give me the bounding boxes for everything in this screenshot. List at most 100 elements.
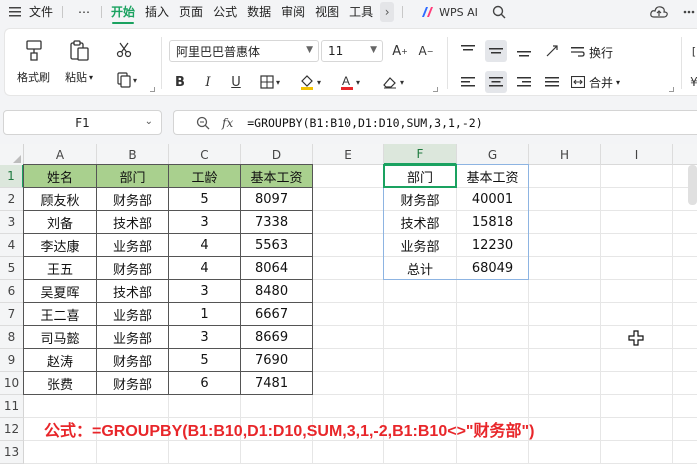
- menu-more[interactable]: ⋯: [73, 0, 95, 24]
- underline-icon[interactable]: U: [225, 71, 247, 93]
- align-right-icon[interactable]: [513, 71, 535, 93]
- column-header-i[interactable]: I: [601, 144, 673, 165]
- column-header-a[interactable]: A: [24, 144, 97, 165]
- result-cell[interactable]: 40001: [457, 188, 528, 211]
- tab-review[interactable]: 审阅: [276, 0, 310, 24]
- source-cell[interactable]: 7481: [241, 372, 312, 395]
- source-header-cell[interactable]: 姓名: [24, 165, 96, 188]
- more-icon[interactable]: [680, 3, 697, 21]
- tab-data[interactable]: 数据: [242, 0, 276, 24]
- bold-icon[interactable]: B: [169, 71, 191, 93]
- justify-icon[interactable]: [541, 71, 563, 93]
- source-cell[interactable]: 4: [169, 234, 240, 257]
- align-center-icon[interactable]: [485, 71, 507, 93]
- currency-icon[interactable]: ¥: [687, 71, 697, 93]
- source-cell[interactable]: 刘备: [24, 211, 96, 234]
- font-size-select[interactable]: 11 ▼: [321, 40, 383, 62]
- formula-input-area[interactable]: fx =GROUPBY(B1:B10,D1:D10,SUM,3,1,-2): [173, 110, 697, 135]
- source-cell[interactable]: 技术部: [97, 280, 168, 303]
- chevron-down-icon[interactable]: ▾: [89, 73, 93, 82]
- row-header-13[interactable]: 13: [0, 441, 24, 464]
- source-cell[interactable]: 8480: [241, 280, 312, 303]
- copy-icon[interactable]: ▾: [113, 69, 141, 91]
- decrease-font-icon[interactable]: A −: [415, 40, 437, 62]
- row-header-10[interactable]: 10: [0, 372, 24, 395]
- chevron-down-icon[interactable]: ▾: [133, 76, 137, 85]
- tab-home[interactable]: 开始: [106, 0, 140, 24]
- source-cell[interactable]: 财务部: [97, 257, 168, 280]
- result-cell[interactable]: 技术部: [384, 211, 456, 234]
- source-cell[interactable]: 7338: [241, 211, 312, 234]
- align-middle-icon[interactable]: [485, 40, 507, 62]
- clear-format-icon[interactable]: ▾: [377, 71, 409, 93]
- column-header-h[interactable]: H: [529, 144, 601, 165]
- row-header-6[interactable]: 6: [0, 280, 24, 303]
- column-header-g[interactable]: G: [457, 144, 529, 165]
- source-cell[interactable]: 6: [169, 372, 240, 395]
- row-header-9[interactable]: 9: [0, 349, 24, 372]
- row-header-12[interactable]: 12: [0, 418, 24, 441]
- row-header-11[interactable]: 11: [0, 395, 24, 418]
- source-cell[interactable]: 业务部: [97, 303, 168, 326]
- source-cell[interactable]: 5: [169, 188, 240, 211]
- source-cell[interactable]: 李达康: [24, 234, 96, 257]
- source-cell[interactable]: 张费: [24, 372, 96, 395]
- align-bottom-icon[interactable]: [513, 40, 535, 62]
- result-cell[interactable]: 总计: [384, 257, 456, 280]
- source-cell[interactable]: 3: [169, 211, 240, 234]
- align-left-icon[interactable]: [457, 71, 479, 93]
- source-cell[interactable]: 4: [169, 257, 240, 280]
- source-cell[interactable]: 3: [169, 280, 240, 303]
- merge-button[interactable]: 合并 ▾: [571, 71, 620, 93]
- source-cell[interactable]: 赵涛: [24, 349, 96, 372]
- chevron-down-icon[interactable]: ⌄: [145, 116, 153, 127]
- wrap-text-button[interactable]: 换行: [571, 41, 613, 63]
- font-dialog-launcher[interactable]: [433, 87, 438, 92]
- paste-button[interactable]: 粘贴 ▾: [65, 37, 93, 85]
- column-header-d[interactable]: D: [241, 144, 313, 165]
- source-cell[interactable]: 顾友秋: [24, 188, 96, 211]
- result-cell[interactable]: 68049: [457, 257, 528, 280]
- chevron-right-icon[interactable]: ›: [380, 2, 395, 22]
- source-header-cell[interactable]: 工龄: [169, 165, 240, 188]
- source-cell[interactable]: 业务部: [97, 234, 168, 257]
- source-cell[interactable]: 技术部: [97, 211, 168, 234]
- cloud-upload-icon[interactable]: [650, 3, 668, 21]
- source-cell[interactable]: 7690: [241, 349, 312, 372]
- row-header-7[interactable]: 7: [0, 303, 24, 326]
- row-header-4[interactable]: 4: [0, 234, 24, 257]
- column-header-e[interactable]: E: [313, 144, 384, 165]
- select-all-corner[interactable]: [0, 144, 24, 165]
- row-header-5[interactable]: 5: [0, 257, 24, 280]
- result-cell[interactable]: 15818: [457, 211, 528, 234]
- vertical-scrollbar[interactable]: [688, 165, 697, 205]
- source-cell[interactable]: 财务部: [97, 188, 168, 211]
- tab-view[interactable]: 视图: [310, 0, 344, 24]
- source-cell[interactable]: 8097: [241, 188, 312, 211]
- hamburger-menu-icon[interactable]: [6, 3, 24, 21]
- chevron-down-icon[interactable]: ▾: [616, 78, 620, 87]
- source-cell[interactable]: 财务部: [97, 372, 168, 395]
- border-icon[interactable]: ▾: [255, 71, 285, 93]
- source-header-cell[interactable]: 基本工资: [241, 165, 312, 188]
- spreadsheet-grid[interactable]: ABCDEFGHI 1 2 3 4 5 6 7 8 9 10 11 12 13 姓名 部门 工龄 基本工资 顾友…: [0, 144, 697, 470]
- column-header-f[interactable]: F: [384, 144, 457, 165]
- result-cell[interactable]: 业务部: [384, 234, 456, 257]
- fx-icon[interactable]: fx: [222, 116, 233, 130]
- increase-font-icon[interactable]: A +: [389, 40, 411, 62]
- format-painter-button[interactable]: 格式刷: [17, 37, 50, 85]
- zoom-icon[interactable]: [192, 116, 214, 130]
- tab-formula[interactable]: 公式: [208, 0, 242, 24]
- search-icon[interactable]: [490, 3, 508, 21]
- source-cell[interactable]: 王五: [24, 257, 96, 280]
- row-header-3[interactable]: 3: [0, 211, 24, 234]
- result-cell[interactable]: 财务部: [384, 188, 456, 211]
- source-cell[interactable]: 5: [169, 349, 240, 372]
- row-header-2[interactable]: 2: [0, 188, 24, 211]
- source-cell[interactable]: 5563: [241, 234, 312, 257]
- source-cell[interactable]: 业务部: [97, 326, 168, 349]
- name-box[interactable]: F1 ⌄: [3, 110, 162, 135]
- tab-insert[interactable]: 插入: [140, 0, 174, 24]
- text-direction-icon[interactable]: [541, 40, 563, 62]
- row-header-1[interactable]: 1: [0, 165, 24, 188]
